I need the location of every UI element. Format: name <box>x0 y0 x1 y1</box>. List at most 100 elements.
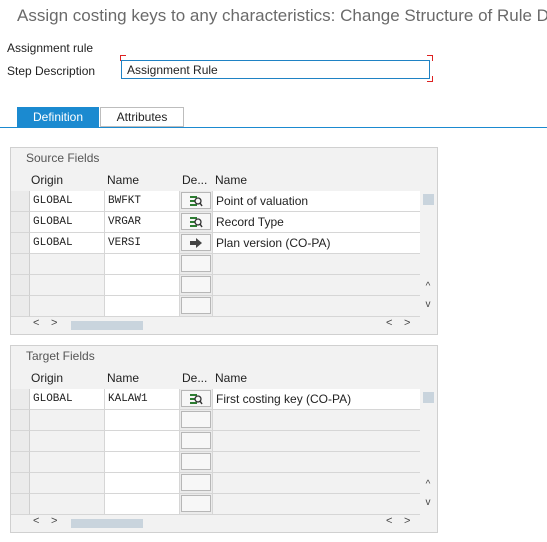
detail-button[interactable] <box>181 453 211 470</box>
origin-cell <box>30 473 105 494</box>
description-cell: First costing key (CO-PA) <box>213 389 421 410</box>
search-list-icon <box>190 195 203 206</box>
row-selector[interactable] <box>11 191 30 212</box>
scroll-thumb[interactable] <box>423 392 434 403</box>
origin-cell <box>30 452 105 473</box>
scroll-right-icon[interactable]: > <box>404 317 410 329</box>
de-cell <box>180 212 213 233</box>
column-header-origin[interactable]: Origin <box>31 368 63 388</box>
detail-button[interactable] <box>181 432 211 449</box>
scroll-left-icon[interactable]: < <box>386 317 392 329</box>
detail-button[interactable] <box>181 411 211 428</box>
table-row[interactable]: GLOBAL KALAW1 First costing key (CO-PA) <box>11 389 421 410</box>
scroll-right-icon[interactable]: > <box>51 515 57 527</box>
tab-definition[interactable]: Definition <box>17 107 99 127</box>
horizontal-scrollbar-left[interactable]: < > <box>33 317 143 333</box>
step-description-field[interactable]: Assignment Rule <box>121 60 430 79</box>
detail-button[interactable] <box>181 276 211 293</box>
row-selector[interactable] <box>11 494 30 515</box>
name-cell[interactable] <box>105 494 180 515</box>
de-cell <box>180 275 213 296</box>
table-row[interactable] <box>11 431 421 452</box>
origin-cell <box>30 431 105 452</box>
table-row[interactable]: GLOBAL BWFKT Point of valuation <box>11 191 421 212</box>
detail-button[interactable] <box>181 213 211 230</box>
detail-button[interactable] <box>181 192 211 209</box>
vertical-scrollbar[interactable]: ^ v <box>420 191 436 317</box>
name-cell[interactable] <box>105 275 180 296</box>
row-selector[interactable] <box>11 473 30 494</box>
scroll-up-icon[interactable]: ^ <box>420 479 436 490</box>
horizontal-scrollbar-right[interactable]: < > <box>386 515 426 531</box>
column-header-de[interactable]: De... <box>182 170 207 190</box>
row-selector[interactable] <box>11 254 30 275</box>
detail-button[interactable] <box>181 234 211 251</box>
description-cell: Record Type <box>213 212 421 233</box>
table-row[interactable] <box>11 296 421 317</box>
scroll-down-icon[interactable]: v <box>420 299 436 310</box>
row-selector[interactable] <box>11 275 30 296</box>
name-cell[interactable]: KALAW1 <box>105 389 180 410</box>
name-cell[interactable]: BWFKT <box>105 191 180 212</box>
name-cell[interactable] <box>105 296 180 317</box>
horizontal-scrollbar-left[interactable]: < > <box>33 515 143 531</box>
scroll-down-icon[interactable]: v <box>420 497 436 508</box>
description-cell <box>213 296 421 317</box>
table-row[interactable]: GLOBAL VERSI Plan version (CO-PA) <box>11 233 421 254</box>
name-cell[interactable] <box>105 254 180 275</box>
name-cell[interactable]: VRGAR <box>105 212 180 233</box>
row-selector[interactable] <box>11 296 30 317</box>
tab-attributes[interactable]: Attributes <box>100 107 184 127</box>
table-row[interactable] <box>11 254 421 275</box>
scroll-up-icon[interactable]: ^ <box>420 281 436 292</box>
origin-cell <box>30 410 105 431</box>
column-header-origin[interactable]: Origin <box>31 170 63 190</box>
scroll-left-icon[interactable]: < <box>33 317 39 329</box>
row-selector[interactable] <box>11 431 30 452</box>
column-header-de[interactable]: De... <box>182 368 207 388</box>
table-row[interactable] <box>11 275 421 296</box>
de-cell <box>180 494 213 515</box>
name-cell[interactable]: VERSI <box>105 233 180 254</box>
table-row[interactable]: GLOBAL VRGAR Record Type <box>11 212 421 233</box>
column-header-name[interactable]: Name <box>107 170 139 190</box>
detail-button[interactable] <box>181 495 211 512</box>
table-row[interactable] <box>11 473 421 494</box>
column-header-description[interactable]: Name <box>215 368 247 388</box>
origin-cell <box>30 254 105 275</box>
scroll-right-icon[interactable]: > <box>404 515 410 527</box>
scroll-thumb[interactable] <box>71 519 143 528</box>
de-cell <box>180 452 213 473</box>
row-selector[interactable] <box>11 233 30 254</box>
search-list-icon <box>190 393 203 404</box>
row-selector[interactable] <box>11 410 30 431</box>
scroll-left-icon[interactable]: < <box>33 515 39 527</box>
detail-button[interactable] <box>181 390 211 407</box>
name-cell[interactable] <box>105 410 180 431</box>
table-row[interactable] <box>11 452 421 473</box>
row-selector[interactable] <box>11 452 30 473</box>
column-header-name[interactable]: Name <box>107 368 139 388</box>
horizontal-scrollbar-right[interactable]: < > <box>386 317 426 333</box>
table-row[interactable] <box>11 410 421 431</box>
scroll-thumb[interactable] <box>423 194 434 205</box>
de-cell <box>180 191 213 212</box>
scroll-thumb[interactable] <box>71 321 143 330</box>
detail-button[interactable] <box>181 297 211 314</box>
vertical-scrollbar[interactable]: ^ v <box>420 389 436 515</box>
window-title: Assign costing keys to any characteristi… <box>17 6 547 25</box>
detail-button[interactable] <box>181 255 211 272</box>
name-cell[interactable] <box>105 431 180 452</box>
description-cell <box>213 431 421 452</box>
required-marker <box>427 55 433 61</box>
scroll-left-icon[interactable]: < <box>386 515 392 527</box>
origin-cell <box>30 296 105 317</box>
table-row[interactable] <box>11 494 421 515</box>
row-selector[interactable] <box>11 212 30 233</box>
name-cell[interactable] <box>105 452 180 473</box>
detail-button[interactable] <box>181 474 211 491</box>
name-cell[interactable] <box>105 473 180 494</box>
row-selector[interactable] <box>11 389 30 410</box>
column-header-description[interactable]: Name <box>215 170 247 190</box>
scroll-right-icon[interactable]: > <box>51 317 57 329</box>
